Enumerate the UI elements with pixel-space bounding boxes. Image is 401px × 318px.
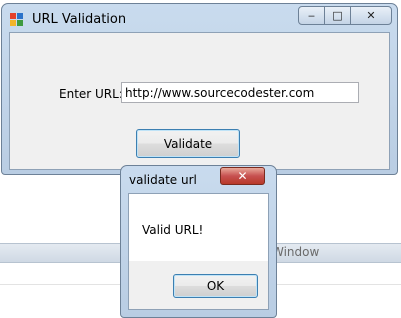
url-input[interactable] <box>121 82 359 103</box>
minimize-button[interactable]: ‒ <box>298 6 325 25</box>
dialog-close-button[interactable]: ✕ <box>220 167 265 185</box>
maximize-button[interactable]: □ <box>324 6 351 25</box>
app-icon <box>10 13 24 27</box>
validate-url-dialog: validate url ✕ Valid URL! OK <box>120 165 277 318</box>
dialog-message: Valid URL! <box>142 223 204 237</box>
background-strip-label: Window <box>272 245 320 259</box>
url-validation-window: URL Validation ‒ □ ✕ Enter URL: Validate <box>1 3 398 175</box>
close-icon: ✕ <box>237 169 248 183</box>
url-label: Enter URL: <box>59 87 123 101</box>
close-icon: ✕ <box>366 9 376 22</box>
close-button[interactable]: ✕ <box>350 6 392 25</box>
dialog-button-area: OK <box>128 261 269 310</box>
validate-button[interactable]: Validate <box>136 129 240 158</box>
dialog-message-area: Valid URL! <box>128 193 269 261</box>
ok-button[interactable]: OK <box>173 274 258 298</box>
minimize-icon: ‒ <box>308 9 315 22</box>
dialog-title: validate url <box>129 173 197 187</box>
maximize-icon: □ <box>332 9 343 22</box>
window-title: URL Validation <box>32 12 127 27</box>
caption-buttons: ‒ □ ✕ <box>298 6 392 26</box>
window-client-area: Enter URL: Validate <box>9 32 390 170</box>
